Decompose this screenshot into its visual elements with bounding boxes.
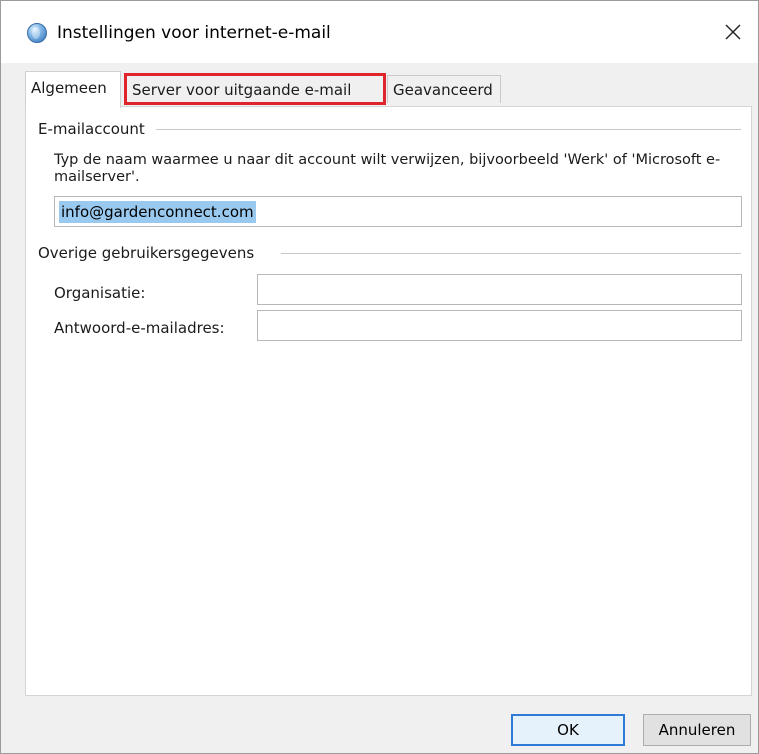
tab-label: Algemeen xyxy=(31,79,107,97)
title-bar[interactable]: Instellingen voor internet-e-mail xyxy=(1,1,758,63)
group-divider xyxy=(281,253,741,254)
cancel-button-label: Annuleren xyxy=(658,721,736,739)
organization-input[interactable] xyxy=(257,274,742,305)
close-icon xyxy=(725,24,741,40)
tab-label: Geavanceerd xyxy=(393,81,493,99)
cancel-button[interactable]: Annuleren xyxy=(643,714,751,746)
ok-button-label: OK xyxy=(557,721,579,739)
tab-geavanceerd[interactable]: Geavanceerd xyxy=(387,75,501,103)
close-button[interactable] xyxy=(714,13,752,51)
tab-algemeen[interactable]: Algemeen xyxy=(25,71,121,108)
window-title: Instellingen voor internet-e-mail xyxy=(57,23,331,43)
tab-server-uitgaande-email[interactable]: Server voor uitgaande e-mail xyxy=(124,73,386,105)
group-label-other-info: Overige gebruikersgegevens xyxy=(38,243,261,263)
globe-mail-icon xyxy=(27,23,47,43)
ok-button[interactable]: OK xyxy=(511,714,625,746)
account-name-input[interactable]: info@gardenconnect.com xyxy=(54,196,742,227)
tab-label: Server voor uitgaande e-mail xyxy=(132,81,352,99)
organization-label: Organisatie: xyxy=(54,284,146,302)
group-divider xyxy=(156,129,741,130)
email-account-description: Typ de naam waarmee u naar dit account w… xyxy=(54,152,721,185)
group-label-email-account: E-mailaccount xyxy=(38,119,151,139)
reply-email-input[interactable] xyxy=(257,310,742,341)
tab-panel-algemeen: E-mailaccount Typ de naam waarmee u naar… xyxy=(25,106,752,696)
reply-email-label: Antwoord-e-mailadres: xyxy=(54,319,225,337)
account-name-value: info@gardenconnect.com xyxy=(59,200,256,223)
dialog-window: Instellingen voor internet-e-mail Algeme… xyxy=(0,0,759,754)
